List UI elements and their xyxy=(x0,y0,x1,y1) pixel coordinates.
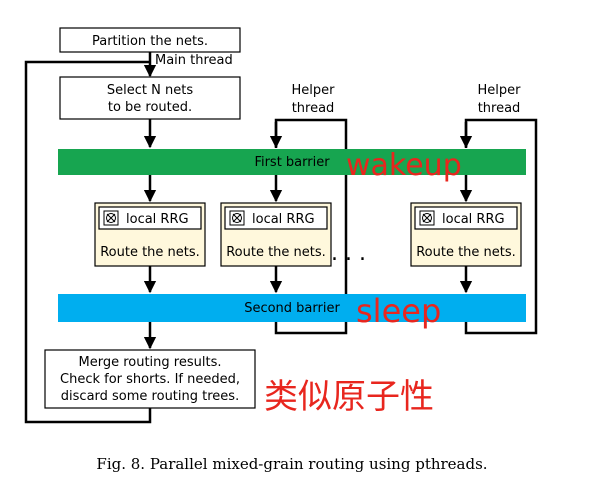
helper-thread-label-1-line1: Helper xyxy=(292,83,336,98)
helper-thread-label-1-line2: thread xyxy=(292,101,335,116)
main-thread-label: Main thread xyxy=(155,53,233,68)
merge-text-line3: discard some routing trees. xyxy=(61,389,239,404)
ellipsis: . . . xyxy=(331,241,366,266)
wakeup-annotation: wakeup xyxy=(346,148,462,183)
worker-box-2: local RRG Route the nets. xyxy=(220,202,332,267)
local-rrg-label-1: local RRG xyxy=(126,212,189,227)
worker-box-1: local RRG Route the nets. xyxy=(94,202,206,267)
merge-text-line2: Check for shorts. If needed, xyxy=(60,372,240,387)
select-text-line1: Select N nets xyxy=(107,83,193,98)
atomicity-annotation: 类似原子性 xyxy=(264,377,434,417)
select-text-line2: to be routed. xyxy=(108,100,192,115)
figure-caption: Fig. 8. Parallel mixed-grain routing usi… xyxy=(96,455,487,473)
rrg-icon xyxy=(229,210,245,226)
helper-thread-label-2-line1: Helper xyxy=(478,83,522,98)
rrg-icon xyxy=(103,210,119,226)
rrg-icon xyxy=(419,210,435,226)
route-nets-label-3: Route the nets. xyxy=(416,245,516,260)
sleep-annotation: sleep xyxy=(356,292,441,330)
worker-box-3: local RRG Route the nets. xyxy=(410,202,522,267)
partition-text: Partition the nets. xyxy=(92,34,208,49)
route-nets-label-2: Route the nets. xyxy=(226,245,326,260)
second-barrier-label: Second barrier xyxy=(244,301,340,316)
local-rrg-label-3: local RRG xyxy=(442,212,505,227)
route-nets-label-1: Route the nets. xyxy=(100,245,200,260)
local-rrg-label-2: local RRG xyxy=(252,212,315,227)
first-barrier-label: First barrier xyxy=(254,155,330,170)
routing-diagram: Partition the nets. Main thread Select N… xyxy=(24,27,538,473)
merge-text-line1: Merge routing results. xyxy=(79,355,222,370)
helper-thread-label-2-line2: thread xyxy=(478,101,521,116)
